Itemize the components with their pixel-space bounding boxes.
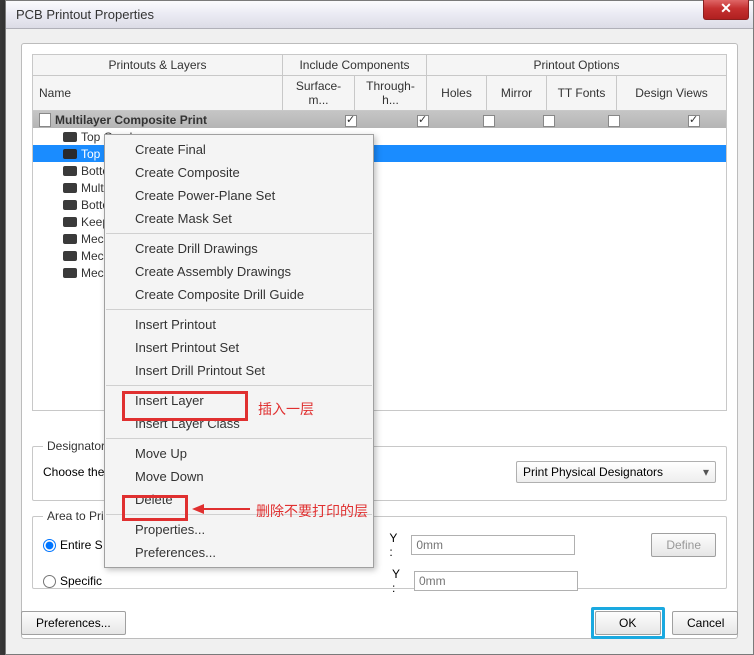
layer-icon bbox=[63, 183, 77, 193]
cm-insert-layer-class[interactable]: Insert Layer Class bbox=[105, 412, 373, 435]
col-name[interactable]: Name bbox=[33, 76, 283, 111]
cm-delete[interactable]: Delete bbox=[105, 488, 373, 511]
close-icon: ✕ bbox=[720, 0, 732, 17]
cm-insert-printout[interactable]: Insert Printout bbox=[105, 313, 373, 336]
choose-label: Choose the bbox=[43, 465, 104, 479]
hdr-options: Printout Options bbox=[427, 55, 727, 76]
cb-through[interactable] bbox=[417, 115, 429, 127]
col-holes[interactable]: Holes bbox=[427, 76, 487, 111]
col-ttfonts[interactable]: TT Fonts bbox=[547, 76, 617, 111]
cm-insert-drill-printout[interactable]: Insert Drill Printout Set bbox=[105, 359, 373, 382]
cm-separator bbox=[106, 514, 372, 515]
area-legend: Area to Pri bbox=[43, 509, 108, 523]
entire-radio-label[interactable]: Entire S bbox=[43, 538, 103, 552]
cm-create-mask[interactable]: Create Mask Set bbox=[105, 207, 373, 230]
cm-move-down[interactable]: Move Down bbox=[105, 465, 373, 488]
cm-create-composite[interactable]: Create Composite bbox=[105, 161, 373, 184]
cb-mirror[interactable] bbox=[543, 115, 555, 127]
hdr-printouts: Printouts & Layers bbox=[33, 55, 283, 76]
window-title: PCB Printout Properties bbox=[16, 7, 154, 22]
define-button[interactable]: Define bbox=[651, 533, 716, 557]
y-label-2: Y : bbox=[392, 567, 406, 595]
layer-icon bbox=[63, 166, 77, 176]
printout-title: Multilayer Composite Print bbox=[55, 113, 207, 127]
hdr-include: Include Components bbox=[283, 55, 427, 76]
layer-icon bbox=[63, 132, 77, 142]
cm-create-final[interactable]: Create Final bbox=[105, 138, 373, 161]
cm-separator bbox=[106, 385, 372, 386]
layer-icon bbox=[63, 217, 77, 227]
bottom-buttons: Preferences... OK Cancel bbox=[21, 607, 738, 639]
col-through[interactable]: Through-h... bbox=[355, 76, 427, 111]
cm-insert-layer[interactable]: Insert Layer bbox=[105, 389, 373, 412]
dialog-window: PCB Printout Properties ✕ Printouts & La… bbox=[5, 0, 754, 655]
col-surface[interactable]: Surface-m... bbox=[283, 76, 355, 111]
doc-icon bbox=[39, 113, 51, 127]
combo-value: Print Physical Designators bbox=[523, 465, 663, 479]
layer-icon bbox=[63, 149, 77, 159]
ok-highlight: OK bbox=[591, 607, 665, 639]
cm-insert-printout-set[interactable]: Insert Printout Set bbox=[105, 336, 373, 359]
entire-radio[interactable] bbox=[43, 539, 56, 552]
cm-properties[interactable]: Properties... bbox=[105, 518, 373, 541]
layer-icon bbox=[63, 268, 77, 278]
cm-preferences[interactable]: Preferences... bbox=[105, 541, 373, 564]
cm-move-up[interactable]: Move Up bbox=[105, 442, 373, 465]
close-button[interactable]: ✕ bbox=[703, 0, 749, 20]
cm-separator bbox=[106, 309, 372, 310]
y1-input[interactable] bbox=[411, 535, 575, 555]
cb-ttfonts[interactable] bbox=[608, 115, 620, 127]
cm-create-drill-drawings[interactable]: Create Drill Drawings bbox=[105, 237, 373, 260]
layer-icon bbox=[63, 234, 77, 244]
specific-radio-label[interactable]: Specific bbox=[43, 574, 102, 588]
cm-create-assembly[interactable]: Create Assembly Drawings bbox=[105, 260, 373, 283]
layer-icon bbox=[63, 200, 77, 210]
col-design[interactable]: Design Views bbox=[617, 76, 727, 111]
cancel-button[interactable]: Cancel bbox=[672, 611, 738, 635]
cb-holes[interactable] bbox=[483, 115, 495, 127]
y2-input[interactable] bbox=[414, 571, 578, 591]
titlebar: PCB Printout Properties ✕ bbox=[6, 1, 753, 29]
cm-create-composite-drill[interactable]: Create Composite Drill Guide bbox=[105, 283, 373, 306]
specific-radio[interactable] bbox=[43, 575, 56, 588]
ok-button[interactable]: OK bbox=[595, 611, 661, 635]
cb-design[interactable] bbox=[688, 115, 700, 127]
cb-surface[interactable] bbox=[345, 115, 357, 127]
header-grid: Printouts & Layers Include Components Pr… bbox=[32, 54, 727, 111]
y-label: Y : bbox=[389, 531, 403, 559]
cm-create-power-plane[interactable]: Create Power-Plane Set bbox=[105, 184, 373, 207]
col-mirror[interactable]: Mirror bbox=[487, 76, 547, 111]
context-menu: Create Final Create Composite Create Pow… bbox=[104, 134, 374, 568]
layer-icon bbox=[63, 251, 77, 261]
preferences-button[interactable]: Preferences... bbox=[21, 611, 126, 635]
designator-combo[interactable]: Print Physical Designators bbox=[516, 461, 716, 483]
designator-legend: Designator bbox=[43, 439, 109, 453]
cm-separator bbox=[106, 438, 372, 439]
cm-separator bbox=[106, 233, 372, 234]
